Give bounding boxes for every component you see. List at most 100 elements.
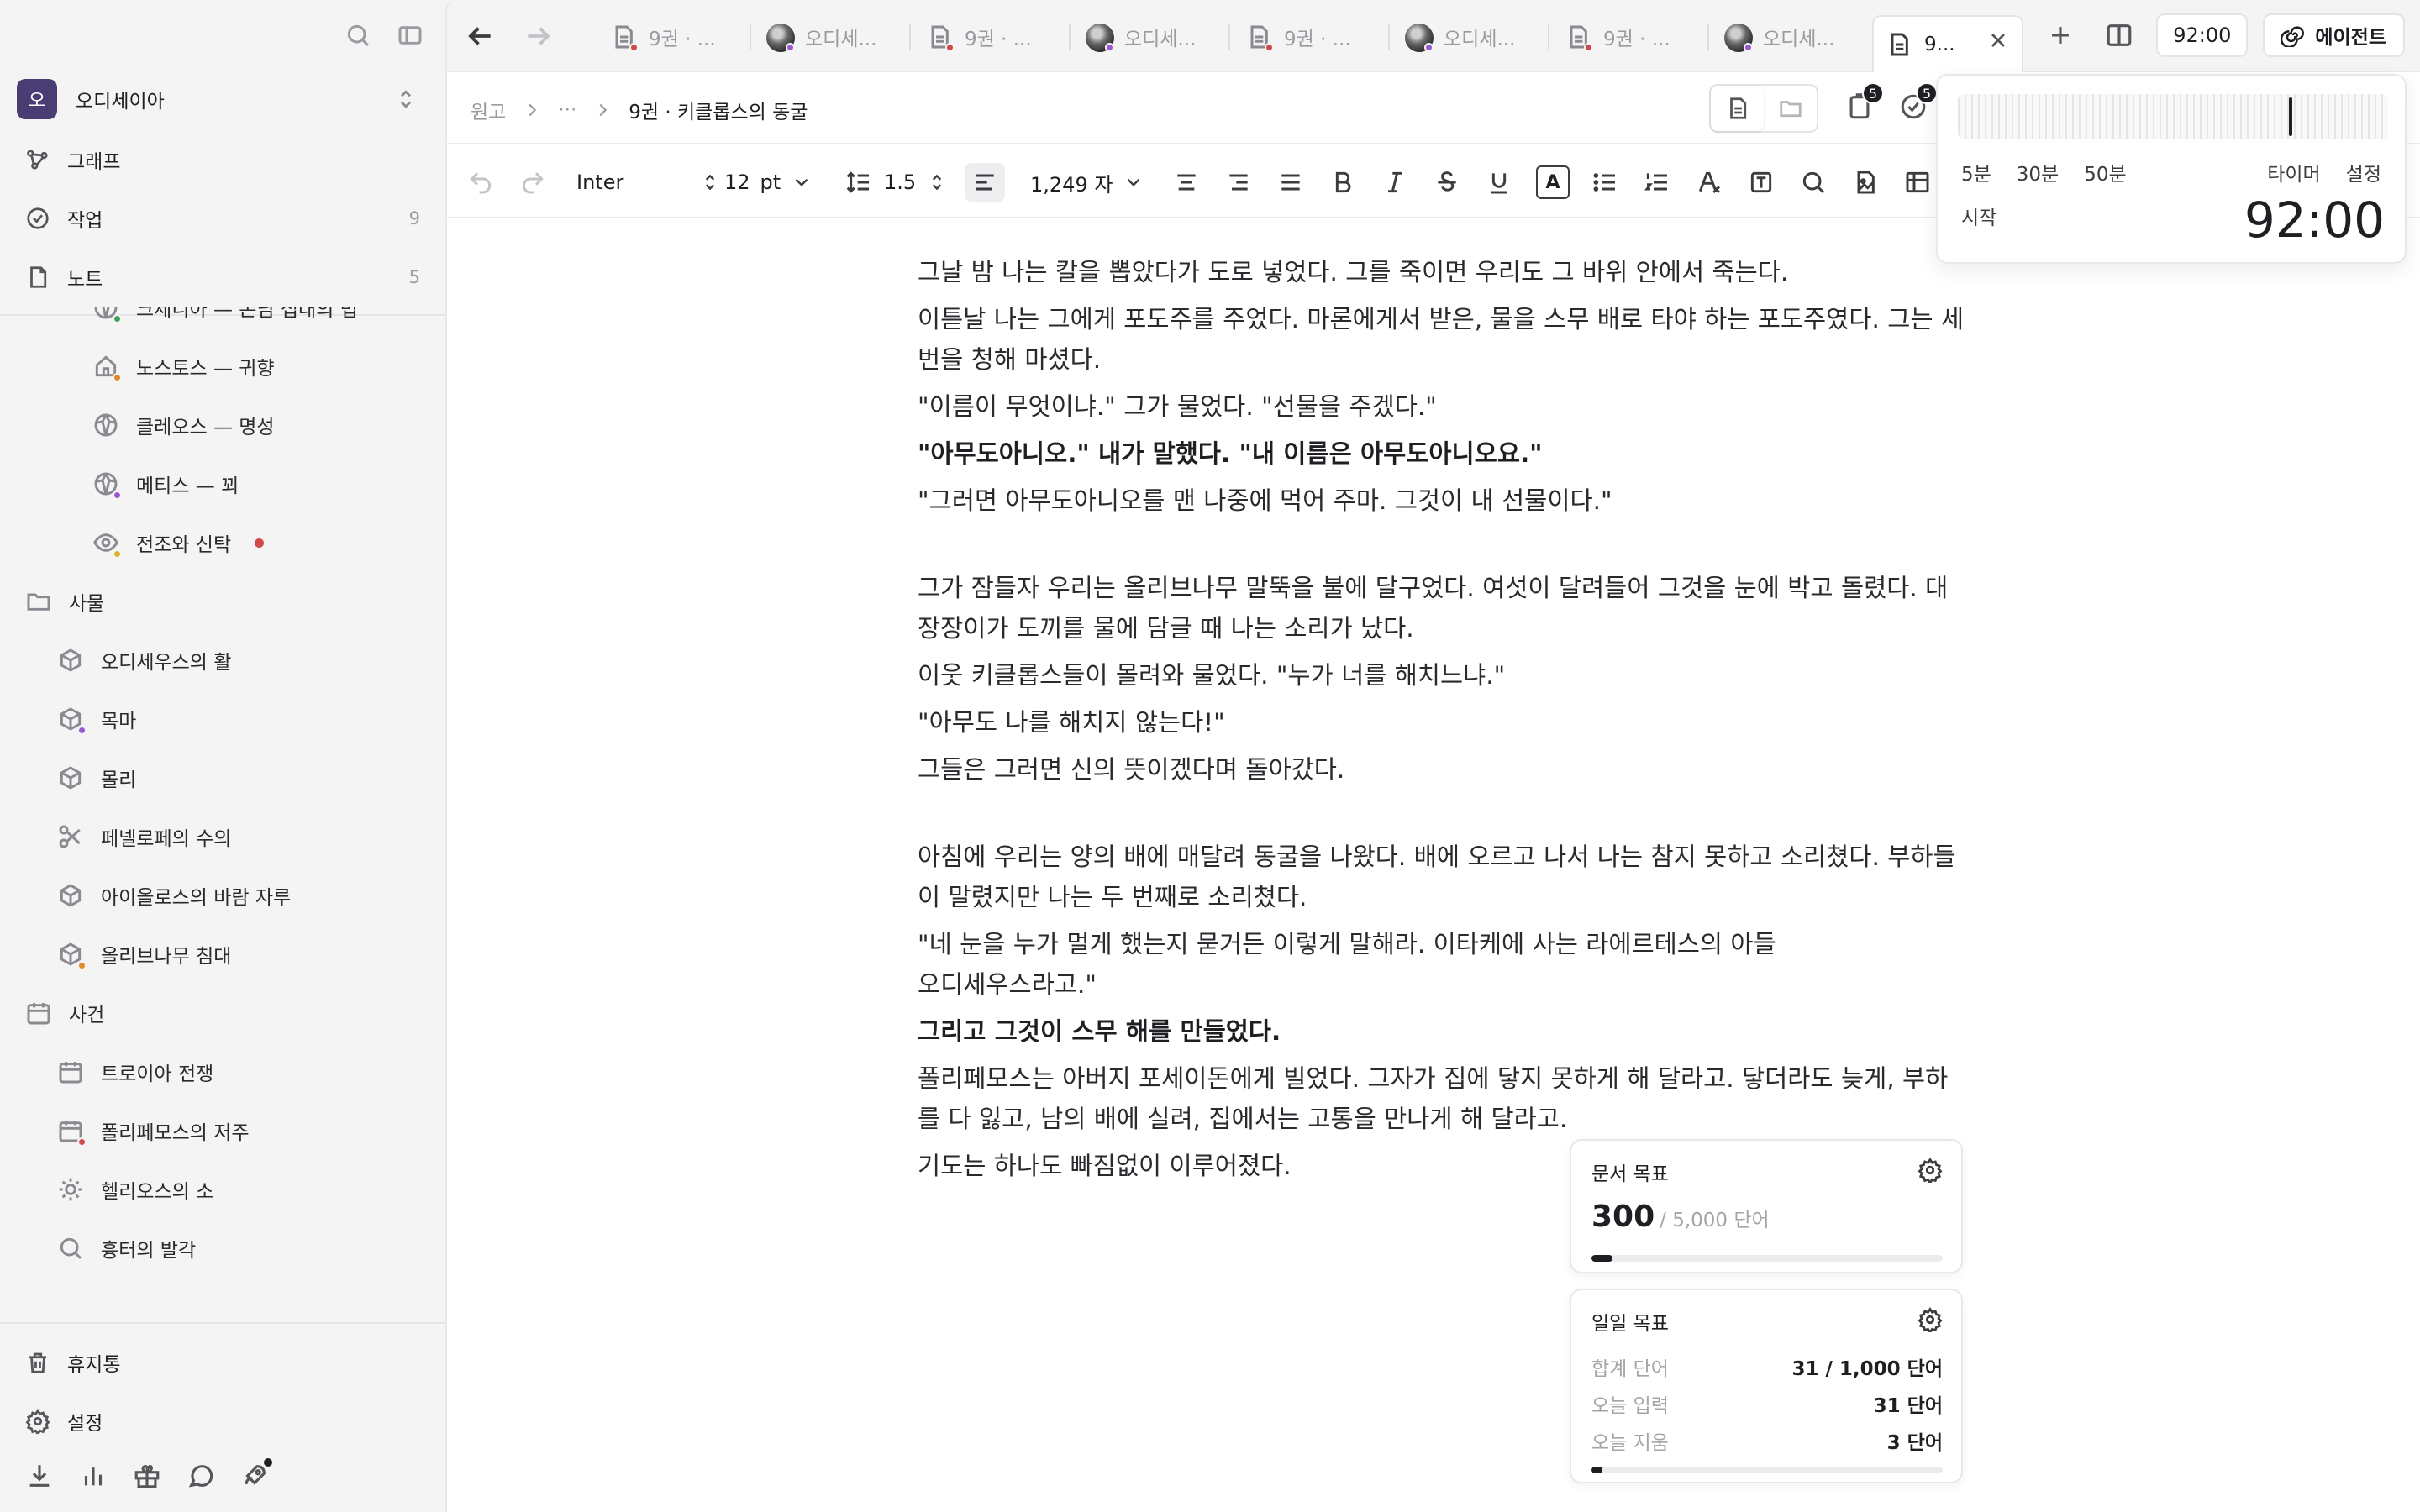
- tasks-button[interactable]: 5: [1899, 82, 1938, 123]
- tree-item-scar[interactable]: 흉터의 발각: [57, 1223, 196, 1273]
- tab-doc[interactable]: 9권 · ...: [598, 15, 750, 59]
- split-view-button[interactable]: [2097, 13, 2141, 57]
- tree-item-xenia[interactable]: 크세니아 — 손님 접대의 법: [92, 307, 358, 333]
- tree-item-metis[interactable]: 메티스 — 꾀: [92, 459, 239, 509]
- paragraph[interactable]: "네 눈을 누가 멀게 했는지 묻거든 이렇게 말해라. 이타케에 사는 라에르…: [918, 924, 1968, 1005]
- tree-item-omens[interactable]: 전조와 신탁: [92, 517, 265, 568]
- align-left-toggle[interactable]: [965, 163, 1005, 202]
- editor-content[interactable]: 그날 밤 나는 칼을 뽑았다가 도로 넣었다. 그를 죽이면 우리도 그 바위 …: [918, 252, 1968, 1193]
- clear-format-icon[interactable]: [1696, 163, 1723, 202]
- italic-icon[interactable]: [1381, 163, 1408, 202]
- preset-5min[interactable]: 5분: [1961, 158, 1991, 186]
- tree-folder-label: 사건: [69, 1005, 105, 1026]
- paragraph[interactable]: 그날 밤 나는 칼을 뽑았다가 도로 넣었다. 그를 죽이면 우리도 그 바위 …: [918, 252, 1968, 292]
- workspace-name: 오디세이아: [76, 91, 165, 113]
- align-justify-icon[interactable]: [1277, 163, 1304, 202]
- tree-item-helios-cattle[interactable]: 헬리오스의 소: [57, 1164, 213, 1215]
- gear-icon[interactable]: [1918, 1158, 1943, 1183]
- tree-item-bow[interactable]: 오디세우스의 활: [57, 635, 231, 685]
- align-center-icon[interactable]: [1173, 163, 1200, 202]
- numbered-list-icon[interactable]: [1644, 163, 1670, 202]
- font-size-select[interactable]: 12 pt: [724, 163, 813, 202]
- nav-graph[interactable]: 그래프: [25, 134, 420, 185]
- tree-item-moly[interactable]: 몰리: [57, 753, 136, 803]
- preset-30min[interactable]: 30분: [2017, 158, 2059, 186]
- close-icon[interactable]: [1986, 29, 2010, 52]
- bullet-list-icon[interactable]: [1591, 163, 1618, 202]
- preset-50min[interactable]: 50분: [2084, 158, 2126, 186]
- workspace-switcher[interactable]: 오 오디세이아: [17, 79, 425, 119]
- tab-doc[interactable]: 9권 · ...: [1553, 15, 1704, 59]
- tree-item-shroud[interactable]: 페넬로페의 수의: [57, 811, 231, 862]
- paragraph-bold[interactable]: 그리고 그것이 스무 해를 만들었다.: [918, 1011, 1968, 1052]
- breadcrumb-ellipsis[interactable]: ···: [558, 99, 576, 121]
- table-icon[interactable]: [1904, 163, 1931, 202]
- new-tab-button[interactable]: [2039, 13, 2082, 57]
- line-spacing-select[interactable]: 1.5: [845, 163, 948, 202]
- tab-project[interactable]: 오디세...: [755, 15, 906, 59]
- tab-doc[interactable]: 9권 · ...: [1234, 15, 1385, 59]
- paragraph[interactable]: 그들은 그러면 신의 뜻이겠다며 돌아갔다.: [918, 749, 1968, 790]
- tab-project[interactable]: 오디세...: [1712, 15, 1864, 59]
- paragraph[interactable]: "이름이 무엇이냐." 그가 물었다. "선물을 주겠다.": [918, 386, 1968, 427]
- timer-start-button[interactable]: 시작: [1961, 202, 1996, 230]
- trash-button[interactable]: 휴지통: [25, 1337, 420, 1388]
- underline-icon[interactable]: [1486, 163, 1512, 202]
- search-icon[interactable]: [345, 22, 371, 49]
- tab-project[interactable]: 오디세...: [1074, 15, 1225, 59]
- bold-icon[interactable]: [1329, 163, 1356, 202]
- folder-view-button[interactable]: [1764, 86, 1817, 131]
- nav-tasks[interactable]: 작업 9: [25, 193, 420, 244]
- image-file-icon[interactable]: [1852, 163, 1879, 202]
- font-family-select[interactable]: Inter: [576, 163, 721, 202]
- paragraph[interactable]: "그러면 아무도아니오를 맨 나중에 먹어 주마. 그것이 내 선물이다.": [918, 480, 1968, 521]
- undo-icon[interactable]: [467, 163, 494, 202]
- char-count-select[interactable]: 1,249 자: [1030, 163, 1144, 202]
- paragraph[interactable]: 이웃 키클롭스들이 몰려와 물었다. "누가 너를 해치느냐.": [918, 655, 1968, 696]
- redo-icon[interactable]: [519, 163, 546, 202]
- paragraph[interactable]: 그가 잠들자 우리는 올리브나무 말뚝을 불에 달구었다. 여섯이 달려들어 그…: [918, 568, 1968, 648]
- gear-icon[interactable]: [1918, 1307, 1943, 1332]
- search-icon[interactable]: [1800, 163, 1827, 202]
- timer-dial-marker[interactable]: [2289, 97, 2292, 136]
- tab-project[interactable]: 오디세...: [1393, 15, 1544, 59]
- paragraph[interactable]: 폴리페모스는 아버지 포세이돈에게 빌었다. 그자가 집에 닿지 못하게 해 달…: [918, 1058, 1968, 1139]
- tree-item-polyphemus-curse[interactable]: 폴리페모스의 저주: [57, 1105, 250, 1156]
- align-right-icon[interactable]: [1225, 163, 1252, 202]
- strikethrough-icon[interactable]: [1434, 163, 1460, 202]
- tab-active-doc[interactable]: 9...: [1872, 15, 2023, 72]
- back-arrow-icon[interactable]: [464, 20, 496, 52]
- paragraph[interactable]: 아침에 우리는 양의 배에 매달려 동굴을 나왔다. 배에 오르고 나서 나는 …: [918, 837, 1968, 917]
- paragraph-bold[interactable]: "아무도아니오." 내가 말했다. "내 이름은 아무도아니오요.": [918, 433, 1968, 474]
- tree-folder-events[interactable]: 사건: [25, 988, 104, 1038]
- chat-icon[interactable]: [187, 1462, 215, 1490]
- agent-button[interactable]: 에이전트: [2263, 13, 2405, 57]
- timer-mode-link[interactable]: 타이머: [2267, 158, 2320, 186]
- tree-item-horse[interactable]: 목마: [57, 694, 136, 744]
- tree-folder-things[interactable]: 사물: [25, 576, 104, 627]
- timer-settings-link[interactable]: 설정: [2346, 158, 2381, 186]
- document-view-button[interactable]: [1711, 86, 1764, 131]
- gift-icon[interactable]: [133, 1462, 161, 1490]
- rocket-icon[interactable]: [240, 1458, 272, 1490]
- text-color-button[interactable]: A: [1536, 163, 1570, 202]
- sidebar-toggle-icon[interactable]: [397, 22, 424, 49]
- text-box-icon[interactable]: [1748, 163, 1775, 202]
- tree-item-nostos[interactable]: 노스토스 — 귀향: [92, 341, 275, 391]
- tree-item-kleos[interactable]: 클레오스 — 명성: [92, 400, 275, 450]
- tab-doc[interactable]: 9권 · ...: [914, 15, 1065, 59]
- settings-button[interactable]: 설정: [25, 1396, 420, 1446]
- download-icon[interactable]: [25, 1462, 54, 1490]
- timer-button[interactable]: 92:00: [2156, 13, 2249, 57]
- tree-item-olive-bed[interactable]: 올리브나무 침대: [57, 929, 231, 979]
- tree-item-wind-bag[interactable]: 아이올로스의 바람 자루: [57, 870, 291, 921]
- pages-button[interactable]: 5: [1845, 82, 1884, 123]
- stats-icon[interactable]: [79, 1462, 108, 1490]
- tree-item-trojan-war[interactable]: 트로이아 전쟁: [57, 1047, 213, 1097]
- forward-arrow-icon[interactable]: [523, 20, 555, 52]
- paragraph[interactable]: 이튿날 나는 그에게 포도주를 주었다. 마론에게서 받은, 물을 스무 배로 …: [918, 299, 1968, 380]
- paragraph[interactable]: "아무도 나를 해치지 않는다!": [918, 702, 1968, 743]
- timer-dial[interactable]: [1958, 94, 2388, 139]
- nav-notes[interactable]: 노트 5: [25, 252, 420, 302]
- breadcrumb-root[interactable]: 원고: [471, 96, 506, 124]
